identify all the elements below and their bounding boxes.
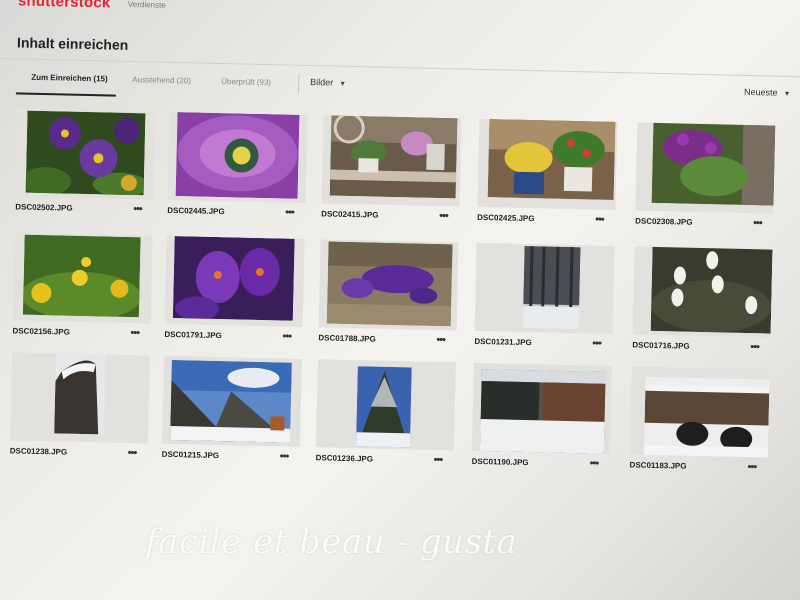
thumbnail-frame [629,366,770,458]
thumbnail-frame [474,242,615,334]
tab-pending[interactable]: Ausstehend (20) [132,75,191,85]
image-thumbnail[interactable] [170,359,292,443]
file-name: DSC01791.JPG [164,329,222,341]
image-card[interactable]: DSC02425.JPG ••• [477,118,625,237]
image-thumbnail[interactable] [522,245,581,330]
file-name: DSC02445.JPG [167,205,225,217]
image-thumbnail[interactable] [479,369,606,454]
more-options-icon[interactable]: ••• [747,461,756,473]
thumbnail-frame [471,362,612,454]
more-options-icon[interactable]: ••• [133,203,142,215]
more-options-icon[interactable]: ••• [439,210,448,222]
active-tab-indicator [15,92,116,97]
image-card[interactable]: DSC01791.JPG ••• [164,235,312,354]
image-thumbnail[interactable] [329,115,458,199]
thumbnail-frame [635,122,776,214]
image-thumbnail[interactable] [650,246,773,334]
image-thumbnail[interactable] [326,241,453,327]
more-options-icon[interactable]: ••• [130,327,139,339]
image-thumbnail[interactable] [54,353,106,435]
thumbnail-frame [10,352,150,444]
image-card[interactable]: DSC02308.JPG ••• [635,122,783,240]
file-name: DSC01236.JPG [315,453,374,464]
media-type-label: Bilder [310,77,334,88]
image-card[interactable]: DSC01183.JPG ••• [629,366,777,484]
chevron-down-icon: ▼ [339,80,347,88]
file-name: DSC02425.JPG [477,212,535,224]
image-card[interactable]: DSC01716.JPG ••• [632,246,780,364]
image-card[interactable]: DSC01238.JPG ••• [9,352,157,470]
image-card[interactable]: DSC01190.JPG ••• [471,362,619,481]
file-name: DSC02502.JPG [15,202,73,213]
media-type-dropdown[interactable]: Bilder ▼ [310,77,346,88]
tab-bar: Zum Einreichen (15) Ausstehend (20) Über… [0,57,800,113]
image-thumbnail[interactable] [643,376,770,458]
thumbnail-frame [12,232,153,324]
file-name: DSC01190.JPG [471,456,529,468]
image-card[interactable]: DSC02156.JPG ••• [12,232,160,350]
image-card[interactable]: DSC02445.JPG ••• [167,111,315,230]
file-name: DSC01788.JPG [318,333,376,344]
file-name: DSC01215.JPG [161,449,220,461]
more-options-icon[interactable]: ••• [590,457,599,469]
thumbnail-frame [164,235,305,327]
file-name: DSC02156.JPG [12,326,70,337]
earnings-nav-link[interactable]: Verdienste [128,0,166,10]
page-title: Inhalt einreichen [16,34,129,53]
thumbnail-frame [321,115,462,207]
file-name: DSC02308.JPG [635,216,693,227]
more-options-icon[interactable]: ••• [436,334,445,346]
more-options-icon[interactable]: ••• [128,447,137,459]
thumbnail-frame [167,111,308,203]
more-options-icon[interactable]: ••• [280,450,289,462]
more-options-icon[interactable]: ••• [595,214,604,226]
tab-to-submit[interactable]: Zum Einreichen (15) [31,73,108,84]
more-options-icon[interactable]: ••• [753,217,762,229]
more-options-icon[interactable]: ••• [592,338,601,350]
image-card[interactable]: DSC01215.JPG ••• [161,355,309,474]
tab-reviewed[interactable]: Überprüft (93) [221,77,271,87]
thumbnail-frame [315,359,456,451]
thumbnail-frame [15,108,156,200]
image-thumbnail[interactable] [651,122,776,206]
top-bar: shutterstock Verdienste [0,0,800,33]
image-card[interactable]: DSC02502.JPG ••• [15,108,163,226]
image-thumbnail[interactable] [25,110,146,196]
monitor-screen: shutterstock Verdienste Inhalt einreiche… [0,0,800,600]
file-name: DSC01183.JPG [629,460,687,471]
image-card[interactable]: DSC01788.JPG ••• [318,239,466,357]
image-thumbnail[interactable] [175,112,300,199]
more-options-icon[interactable]: ••• [750,341,759,353]
thumbnail-frame [161,355,302,447]
image-thumbnail[interactable] [355,366,412,448]
shutterstock-logo[interactable]: shutterstock [18,0,111,12]
more-options-icon[interactable]: ••• [434,454,443,466]
sort-label: Neueste [743,86,778,98]
image-card[interactable]: DSC01236.JPG ••• [315,359,463,477]
image-thumbnail[interactable] [172,236,295,321]
file-name: DSC01238.JPG [9,446,68,457]
file-name: DSC02415.JPG [321,209,379,220]
more-options-icon[interactable]: ••• [285,207,294,219]
sort-dropdown[interactable]: Neueste ▼ [744,87,791,98]
thumbnail-frame [632,246,773,338]
file-name: DSC01716.JPG [632,340,690,351]
image-thumbnail[interactable] [22,234,141,318]
more-options-icon[interactable]: ••• [282,330,291,342]
file-name: DSC01231.JPG [474,336,532,348]
chevron-down-icon: ▼ [783,90,791,98]
thumbnail-frame [477,118,618,211]
image-card[interactable]: DSC01231.JPG ••• [474,242,622,361]
thumbnail-frame [318,239,459,331]
image-card[interactable]: DSC02415.JPG ••• [321,115,469,233]
watermark-text: facile et beau - gusta [145,522,518,562]
tab-divider [297,73,300,94]
image-thumbnail[interactable] [487,118,616,200]
